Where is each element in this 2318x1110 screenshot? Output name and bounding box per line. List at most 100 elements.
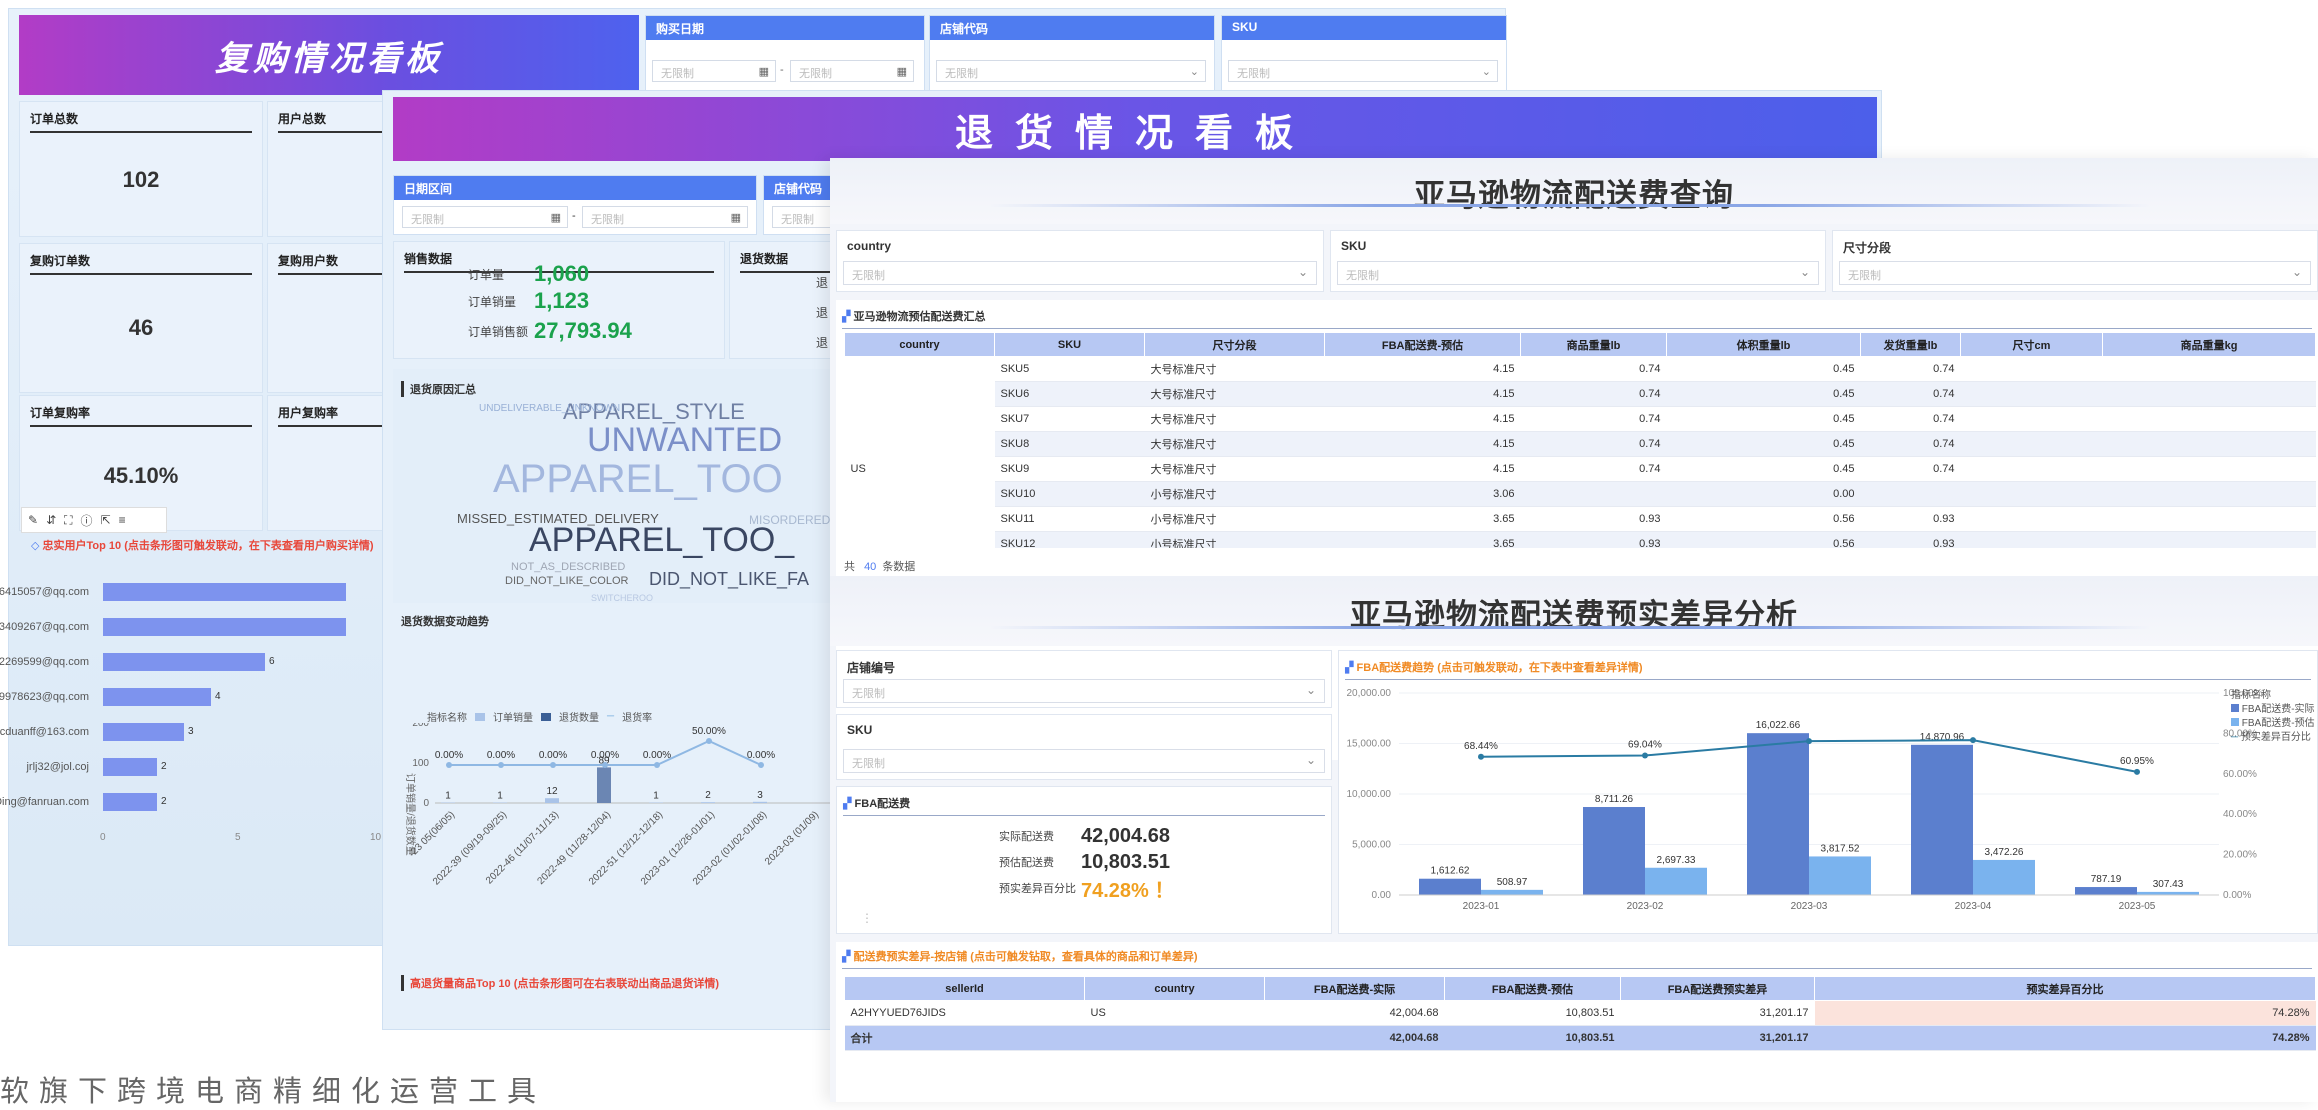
sku-select[interactable]: 无限制⌄ bbox=[1337, 261, 1819, 285]
return-trend-chart[interactable]: 0100200订单销量/退货数量10.00%-23 05(06/05)10.00… bbox=[393, 723, 885, 959]
word-cloud-term[interactable]: DID_NOT_LIKE_FA bbox=[649, 569, 809, 590]
bar-estimate[interactable] bbox=[1645, 868, 1707, 895]
sku2-select[interactable]: 无限制⌄ bbox=[843, 749, 1325, 773]
line-value-label: 68.44% bbox=[1464, 741, 1498, 752]
fba-trend-chart[interactable]: 20,000.0015,000.0010,000.005,000.000.001… bbox=[1339, 679, 2318, 935]
line-point[interactable] bbox=[2134, 769, 2140, 775]
word-cloud-term[interactable]: NOT_AS_DESCRIBED bbox=[511, 561, 625, 573]
metric-label: 退 bbox=[816, 334, 828, 351]
bar[interactable] bbox=[597, 767, 611, 803]
table-row[interactable]: USSKU5大号标准尺寸4.150.740.450.74 bbox=[845, 357, 2316, 382]
size-tier-filter: 尺寸分段 无限制⌄ bbox=[1832, 230, 2318, 292]
word-cloud-term[interactable]: DID_NOT_LIKE_COLOR bbox=[505, 575, 628, 587]
bar[interactable] bbox=[103, 758, 157, 776]
store-code-select[interactable]: 无限制⌄ bbox=[936, 60, 1206, 82]
date-end-input[interactable]: 无限制▦ bbox=[582, 206, 748, 228]
more-icon[interactable]: ≡ bbox=[119, 513, 126, 527]
table-cell: 大号标准尺寸 bbox=[1145, 457, 1325, 482]
word-cloud-term[interactable]: UNDELIVERABLE_UNKNOWN bbox=[479, 403, 620, 414]
date-end-input[interactable]: 无限制▦ bbox=[790, 60, 914, 82]
legend-item[interactable]: 退货率 bbox=[622, 709, 652, 724]
fba-table[interactable]: country SKU 尺寸分段 FBA配送费-预估 商品重量lb 体积重量lb… bbox=[844, 332, 2316, 548]
column-header[interactable]: sellerId bbox=[845, 977, 1085, 1001]
edit-icon[interactable]: ✎ bbox=[28, 513, 38, 527]
column-header[interactable]: country bbox=[1085, 977, 1265, 1001]
bar-estimate[interactable] bbox=[1481, 890, 1543, 895]
legend-item[interactable]: 退货数量 bbox=[559, 709, 599, 724]
bar[interactable] bbox=[701, 802, 715, 803]
filter-icon[interactable]: ⇵ bbox=[46, 513, 56, 527]
axis-tick: 5 bbox=[235, 832, 241, 843]
bar-estimate[interactable] bbox=[1973, 860, 2035, 895]
legend-item[interactable]: FBA配送费-预估 bbox=[2231, 717, 2315, 731]
table-row[interactable]: SKU6大号标准尺寸4.150.740.450.74 bbox=[845, 382, 2316, 407]
store-no-select[interactable]: 无限制⌄ bbox=[843, 679, 1325, 703]
column-header[interactable]: 体积重量lb bbox=[1667, 333, 1861, 357]
table-row[interactable]: SKU8大号标准尺寸4.150.740.450.74 bbox=[845, 432, 2316, 457]
bar[interactable] bbox=[103, 723, 184, 741]
info-icon[interactable]: ⓘ bbox=[81, 512, 93, 529]
word-cloud-term[interactable]: UNWANTED bbox=[587, 421, 782, 460]
line-point[interactable] bbox=[1642, 753, 1648, 759]
export-icon[interactable]: ⇱ bbox=[101, 513, 111, 527]
column-header[interactable]: 商品重量kg bbox=[2103, 333, 2316, 357]
x-axis-tick: 2023-03 bbox=[1791, 901, 1828, 912]
legend-item[interactable]: FBA配送费-实际 bbox=[2231, 703, 2315, 717]
column-header[interactable]: 商品重量lb bbox=[1521, 333, 1667, 357]
fee-metrics: 实际配送费42,004.68 预估配送费10,803.51 预实差异百分比74.… bbox=[999, 823, 1174, 901]
bar[interactable] bbox=[103, 688, 211, 706]
table-cell: 0.74 bbox=[1861, 457, 1961, 482]
word-cloud-term[interactable]: APPAREL_TOO_ bbox=[529, 521, 794, 560]
fullscreen-icon[interactable]: ⛶ bbox=[64, 513, 72, 528]
line-point[interactable] bbox=[1970, 737, 1976, 743]
column-header[interactable]: 发货重量lb bbox=[1861, 333, 1961, 357]
bar-actual[interactable] bbox=[1419, 879, 1481, 895]
line-point[interactable] bbox=[1478, 754, 1484, 760]
country-select[interactable]: 无限制⌄ bbox=[843, 261, 1317, 285]
bar[interactable] bbox=[103, 583, 346, 601]
legend-item[interactable]: ─ 预实差异百分比 bbox=[2231, 731, 2315, 745]
column-header[interactable]: SKU bbox=[995, 333, 1145, 357]
store-diff-table[interactable]: sellerId country FBA配送费-实际 FBA配送费-预估 FBA… bbox=[844, 976, 2316, 1051]
date-start-input[interactable]: 无限制▦ bbox=[402, 206, 568, 228]
bar[interactable] bbox=[545, 798, 559, 803]
bar[interactable] bbox=[753, 802, 767, 803]
column-header[interactable]: FBA配送费-预估 bbox=[1325, 333, 1521, 357]
word-cloud-term[interactable]: APPAREL_TOO bbox=[493, 457, 783, 502]
sku-select[interactable]: 无限制⌄ bbox=[1228, 60, 1498, 82]
word-cloud-term[interactable]: SWITCHEROO bbox=[591, 593, 653, 603]
drag-handle-icon[interactable]: ⋮ bbox=[861, 911, 873, 925]
column-header[interactable]: FBA配送费预实差异 bbox=[1621, 977, 1815, 1001]
bar-actual[interactable] bbox=[1911, 745, 1973, 895]
amazon-fba-dashboard: 亚马逊物流配送费查询 country 无限制⌄ SKU 无限制⌄ 尺寸分段 无限… bbox=[830, 158, 2318, 1102]
bar-actual[interactable] bbox=[1747, 733, 1809, 895]
table-row[interactable]: SKU7大号标准尺寸4.150.740.450.74 bbox=[845, 407, 2316, 432]
table-row[interactable]: SKU11小号标准尺寸3.650.930.560.93 bbox=[845, 507, 2316, 532]
table-cell: 0.93 bbox=[1861, 507, 1961, 532]
column-header[interactable]: FBA配送费-预估 bbox=[1445, 977, 1621, 1001]
bar-estimate[interactable] bbox=[1809, 856, 1871, 895]
loyal-users-chart[interactable]: 2536415057@qq.com493409267@qq.com1152269… bbox=[9, 569, 389, 939]
bar[interactable] bbox=[103, 653, 265, 671]
column-header[interactable]: 尺寸分段 bbox=[1145, 333, 1325, 357]
bookmark-icon: ▞ bbox=[842, 311, 850, 323]
line-point[interactable] bbox=[1806, 738, 1812, 744]
column-header[interactable]: country bbox=[845, 333, 995, 357]
bar-actual[interactable] bbox=[2075, 887, 2137, 895]
bar[interactable] bbox=[103, 618, 346, 636]
bar-actual[interactable] bbox=[1583, 807, 1645, 895]
table-row[interactable]: SKU10小号标准尺寸3.060.00 bbox=[845, 482, 2316, 507]
size-tier-select[interactable]: 无限制⌄ bbox=[1839, 261, 2311, 285]
column-header[interactable]: 预实差异百分比 bbox=[1815, 977, 2316, 1001]
bar[interactable] bbox=[103, 793, 157, 811]
table-row[interactable]: A2HYYUED76JIDS US 42,004.68 10,803.51 31… bbox=[845, 1001, 2316, 1026]
column-header[interactable]: FBA配送费-实际 bbox=[1265, 977, 1445, 1001]
date-start-input[interactable]: 无限制▦ bbox=[652, 60, 776, 82]
legend-item[interactable]: 订单销量 bbox=[493, 709, 533, 724]
table-cell bbox=[1085, 1026, 1265, 1051]
table-row[interactable]: SKU9大号标准尺寸4.150.740.450.74 bbox=[845, 457, 2316, 482]
table-cell: 4.15 bbox=[1325, 432, 1521, 457]
table-row[interactable]: SKU12小号标准尺寸3.650.930.560.93 bbox=[845, 532, 2316, 549]
table-cell bbox=[1961, 432, 2103, 457]
column-header[interactable]: 尺寸cm bbox=[1961, 333, 2103, 357]
